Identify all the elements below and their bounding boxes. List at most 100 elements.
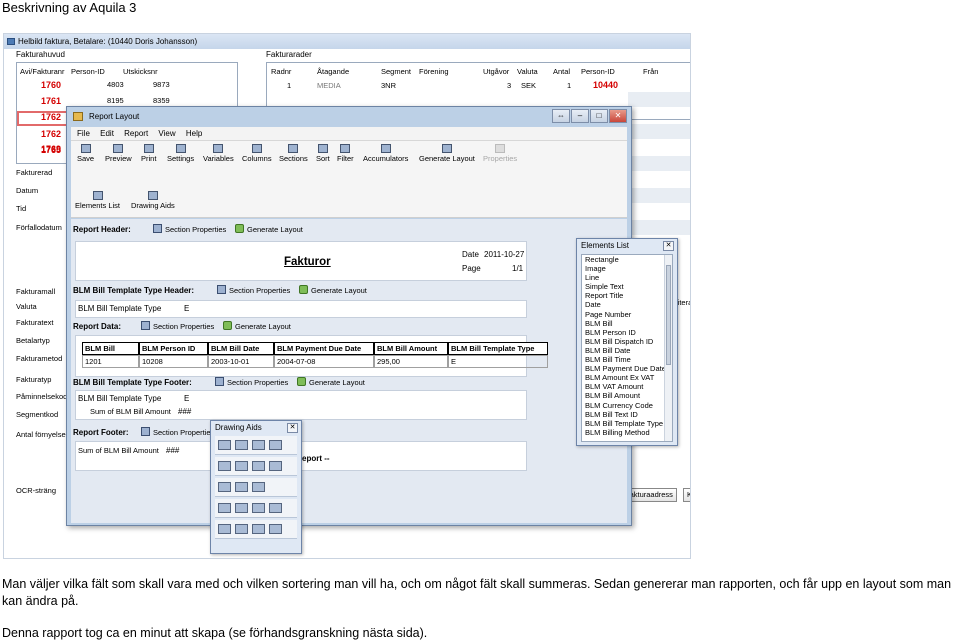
- list-item[interactable]: BLM Bill Template Type: [582, 419, 672, 428]
- close-icon[interactable]: ✕: [663, 241, 674, 251]
- same-width-icon[interactable]: [218, 482, 231, 492]
- distribute-horizontal-icon[interactable]: [269, 461, 282, 471]
- template-type-value[interactable]: E: [184, 304, 189, 313]
- row-col-antal[interactable]: Antal: [553, 67, 570, 76]
- template-type-label[interactable]: BLM Bill Template Type: [78, 304, 161, 313]
- row-col-atagande[interactable]: Åtagande: [317, 67, 349, 76]
- sum-label[interactable]: Sum of BLM Bill Amount: [78, 446, 159, 455]
- distribute-vertical-icon[interactable]: [252, 461, 265, 471]
- data-col-template[interactable]: BLM Bill Template Type: [448, 342, 548, 355]
- data-cell[interactable]: 2003-10-01: [208, 355, 274, 368]
- section-properties-link[interactable]: Section Properties: [215, 377, 288, 387]
- data-cell[interactable]: 10208: [139, 355, 208, 368]
- sections-button[interactable]: Sections: [279, 144, 308, 163]
- invoice-col-utskick[interactable]: Utskicksnr: [123, 67, 158, 76]
- generate-layout-link[interactable]: Generate Layout: [297, 377, 365, 387]
- list-item[interactable]: BLM Payment Due Date: [582, 364, 672, 373]
- print-button[interactable]: Print: [141, 144, 156, 163]
- data-cell[interactable]: 295,00: [374, 355, 448, 368]
- align-bottom-icon[interactable]: [235, 461, 248, 471]
- sort-button[interactable]: Sort: [316, 144, 330, 163]
- menu-view[interactable]: View: [158, 127, 175, 140]
- fill-icon[interactable]: [269, 503, 282, 513]
- redo-icon[interactable]: [269, 524, 282, 534]
- list-item[interactable]: Page Number: [582, 310, 672, 319]
- same-size-icon[interactable]: [252, 482, 265, 492]
- menu-report[interactable]: Report: [124, 127, 148, 140]
- elements-listbox[interactable]: Rectangle Image Line Simple Text Report …: [581, 254, 673, 442]
- list-item[interactable]: BLM VAT Amount: [582, 382, 672, 391]
- sum-value[interactable]: ###: [178, 407, 191, 416]
- align-middle-icon[interactable]: [218, 461, 231, 471]
- elements-list-button[interactable]: Elements List: [75, 191, 120, 210]
- date-label[interactable]: Date: [462, 250, 479, 259]
- list-item[interactable]: BLM Billing Method: [582, 428, 672, 437]
- page-value[interactable]: 1/1: [512, 264, 523, 273]
- list-item[interactable]: BLM Bill Dispatch ID: [582, 337, 672, 346]
- data-col-person[interactable]: BLM Person ID: [139, 342, 208, 355]
- filter-button[interactable]: Filter: [337, 144, 354, 163]
- report-data-grid[interactable]: BLM Bill BLM Person ID BLM Bill Date BLM…: [82, 342, 548, 368]
- list-item[interactable]: BLM Bill: [582, 319, 672, 328]
- variables-button[interactable]: Variables: [203, 144, 234, 163]
- menu-help[interactable]: Help: [186, 127, 202, 140]
- close-icon[interactable]: ✕: [609, 109, 627, 123]
- section-properties-link[interactable]: Section Properties: [153, 224, 226, 234]
- end-of-report-label[interactable]: eport --: [302, 454, 330, 463]
- align-center-icon[interactable]: [235, 440, 248, 450]
- elements-list-scrollbar[interactable]: [664, 255, 672, 441]
- template-type-value[interactable]: E: [184, 394, 189, 403]
- list-item[interactable]: Date: [582, 300, 672, 309]
- restore-icon[interactable]: ⇔: [552, 109, 570, 123]
- generate-layout-link[interactable]: Generate Layout: [223, 321, 291, 331]
- preview-button[interactable]: Preview: [105, 144, 132, 163]
- report-header-band[interactable]: Fakturor Date 2011-10-27 Page 1/1: [75, 241, 527, 281]
- template-footer-band[interactable]: BLM Bill Template Type E Sum of BLM Bill…: [75, 390, 527, 420]
- menu-file[interactable]: File: [77, 127, 90, 140]
- accumulators-button[interactable]: Accumulators: [363, 144, 408, 163]
- row-col-segment[interactable]: Segment: [381, 67, 411, 76]
- snap-icon[interactable]: [235, 524, 248, 534]
- generate-layout-link[interactable]: Generate Layout: [235, 224, 303, 234]
- save-button[interactable]: Save: [77, 144, 94, 163]
- align-right-icon[interactable]: [252, 440, 265, 450]
- row-col-fran[interactable]: Från: [643, 67, 658, 76]
- minimize-icon[interactable]: –: [571, 109, 589, 123]
- list-item[interactable]: BLM Bill Date: [582, 346, 672, 355]
- section-properties-link[interactable]: Section Properties: [141, 427, 214, 437]
- list-item[interactable]: BLM Person ID: [582, 328, 672, 337]
- row-col-radnr[interactable]: Radnr: [271, 67, 291, 76]
- properties-button[interactable]: Properties: [483, 144, 517, 163]
- section-properties-link[interactable]: Section Properties: [217, 285, 290, 295]
- page-label[interactable]: Page: [462, 264, 481, 273]
- list-item[interactable]: Line: [582, 273, 672, 282]
- row-col-forening[interactable]: Förening: [419, 67, 449, 76]
- section-properties-link[interactable]: Section Properties: [141, 321, 214, 331]
- report-design-canvas[interactable]: Report Header: Section Properties Genera…: [71, 219, 627, 523]
- invoice-col-nr[interactable]: Avi/Fakturanr: [20, 67, 64, 76]
- data-col-bill[interactable]: BLM Bill: [82, 342, 139, 355]
- template-type-label[interactable]: BLM Bill Template Type: [78, 394, 161, 403]
- list-item[interactable]: Report Title: [582, 291, 672, 300]
- spacing-icon[interactable]: [218, 503, 231, 513]
- sum-value[interactable]: ###: [166, 446, 179, 455]
- kvi-button[interactable]: Kvi: [683, 488, 690, 502]
- data-col-due[interactable]: BLM Payment Due Date: [274, 342, 374, 355]
- list-item[interactable]: BLM Amount Ex VAT: [582, 373, 672, 382]
- list-item[interactable]: BLM Bill Amount: [582, 391, 672, 400]
- send-back-icon[interactable]: [252, 503, 265, 513]
- generate-layout-button[interactable]: Generate Layout: [419, 144, 475, 163]
- report-data-band[interactable]: BLM Bill BLM Person ID BLM Bill Date BLM…: [75, 335, 548, 377]
- bring-front-icon[interactable]: [235, 503, 248, 513]
- list-item[interactable]: Image: [582, 264, 672, 273]
- maximize-icon[interactable]: □: [590, 109, 608, 123]
- list-item[interactable]: Rectangle: [582, 255, 672, 264]
- data-cell[interactable]: 2004-07-08: [274, 355, 374, 368]
- data-cell[interactable]: 1201: [82, 355, 139, 368]
- row-col-valuta[interactable]: Valuta: [517, 67, 538, 76]
- row-col-person[interactable]: Person-ID: [581, 67, 615, 76]
- date-value[interactable]: 2011-10-27: [484, 250, 524, 259]
- row-col-utgavor[interactable]: Utgåvor: [483, 67, 509, 76]
- drawing-aids-button[interactable]: Drawing Aids: [131, 191, 175, 210]
- align-top-icon[interactable]: [269, 440, 282, 450]
